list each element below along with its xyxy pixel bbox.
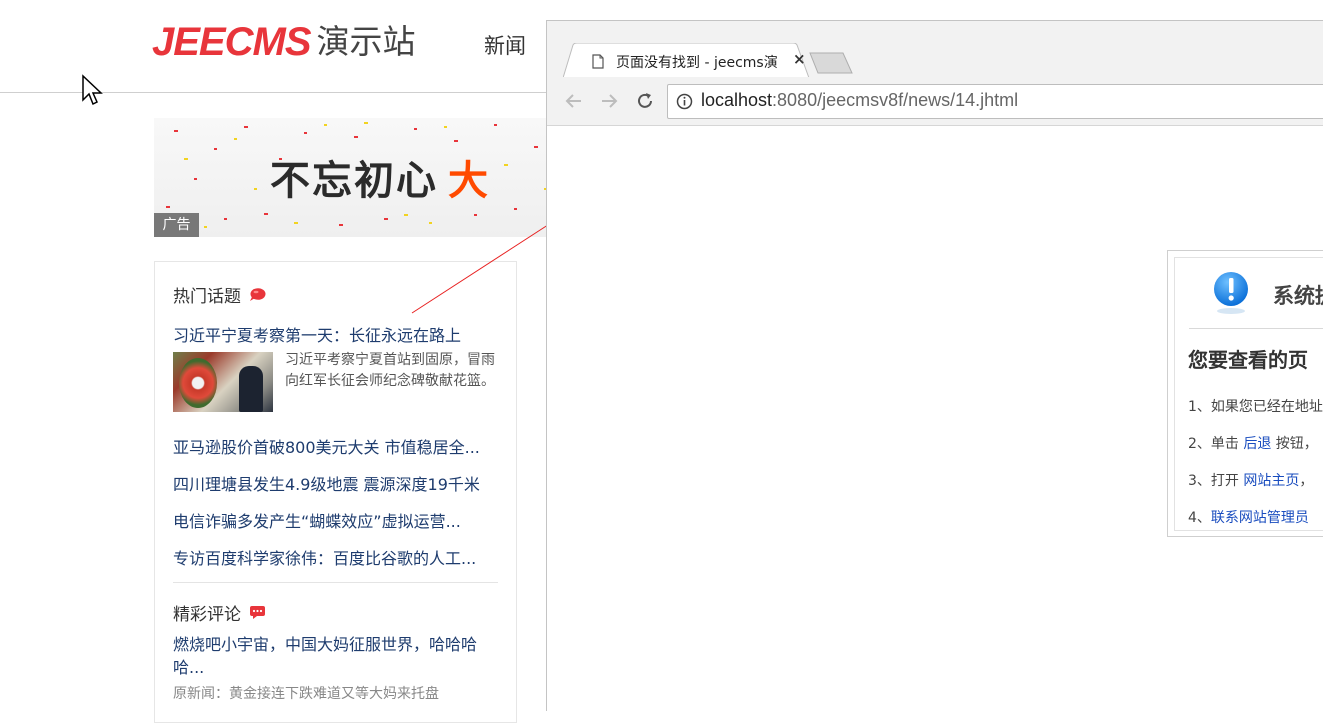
error-tip-3-suffix: ， (1299, 473, 1314, 489)
logo-text-cn: 演示站 (316, 22, 416, 61)
speech-bubble-icon (250, 288, 266, 301)
forward-arrow-icon[interactable] (599, 91, 619, 111)
page-document-icon (592, 54, 604, 69)
ad-text-main: 不忘初心 (270, 158, 438, 204)
error-tip-2: 2、单击 后退 按钮， (1188, 433, 1318, 453)
alert-icon (1214, 272, 1248, 314)
info-icon[interactable] (676, 93, 693, 110)
comments-title-text: 精彩评论 (173, 605, 241, 625)
ad-label: 广告 (154, 213, 199, 237)
homepage-link[interactable]: 网站主页 (1243, 473, 1299, 489)
error-divider (1189, 328, 1323, 329)
news-list-item[interactable]: 专访百度科学家徐伟：百度比谷歌的人工... (173, 545, 480, 582)
thumbnail-figure (239, 366, 263, 412)
thumbnail-wreath (179, 358, 217, 408)
hot-topics-list: 亚马逊股价首破800美元大关 市值稳居全... 四川理塘县发生4.9级地震 震源… (173, 434, 480, 582)
error-tip-2-suffix: 按钮， (1271, 436, 1318, 452)
error-tip-2-prefix: 2、单击 (1188, 436, 1244, 452)
url-path: :8080/jeecmsv8f/news/14.jhtml (772, 90, 1019, 110)
news-thumbnail[interactable] (173, 352, 273, 412)
error-tip-1: 1、如果您已经在地址 (1188, 399, 1323, 415)
browser-toolbar: localhost:8080/jeecmsv8f/news/14.jhtml (547, 77, 1323, 126)
news-list-item[interactable]: 亚马逊股价首破800美元大关 市值稳居全... (173, 434, 480, 471)
error-box: 系统提 您要查看的页 1、如果您已经在地址 2、单击 后退 按钮， 3、打开 网… (1167, 250, 1323, 537)
comment-original-news[interactable]: 原新闻：黄金接连下跌难道又等大妈来托盘 (173, 683, 439, 703)
comment-headline-link[interactable]: 燃烧吧小宇宙，中国大妈征服世界，哈哈哈哈... (173, 633, 493, 679)
ad-banner[interactable]: 不忘初心大 广告 (154, 118, 554, 237)
error-tip-4: 4、联系网站管理员 (1188, 507, 1309, 527)
error-tip-3: 3、打开 网站主页， (1188, 470, 1313, 490)
error-title: 系统提 (1273, 284, 1323, 308)
url-text[interactable]: localhost:8080/jeecmsv8f/news/14.jhtml (701, 90, 1018, 111)
hot-topic-summary: 习近平考察宁夏首站到固原，冒雨向红军长征会师纪念碑敬献花篮。 (285, 352, 495, 389)
browser-tab-active[interactable]: 页面没有找到 - jeecms演 × (563, 43, 810, 78)
error-box-inner: 系统提 您要查看的页 1、如果您已经在地址 2、单击 后退 按钮， 3、打开 网… (1174, 257, 1323, 531)
browser-window: 页面没有找到 - jeecms演 × localhost:8080/jeecms… (546, 20, 1323, 711)
mouse-cursor-icon (82, 74, 103, 106)
hot-topics-panel: 热门话题 习近平宁夏考察第一天：长征永远在路上 习近平考察宁夏首站到固原，冒雨向… (154, 261, 517, 723)
error-tip-4-prefix: 4、 (1188, 510, 1211, 526)
error-tip-3-prefix: 3、打开 (1188, 473, 1244, 489)
new-tab-button[interactable] (809, 52, 853, 74)
tab-title: 页面没有找到 - jeecms演 (616, 55, 778, 71)
contact-admin-link[interactable]: 联系网站管理员 (1211, 510, 1309, 526)
tab-strip: 页面没有找到 - jeecms演 × (547, 21, 1323, 78)
comments-title: 精彩评论 (173, 600, 266, 625)
site-logo[interactable]: JEECMS 演示站 (152, 18, 416, 62)
tab-close-icon[interactable]: × (793, 50, 806, 68)
nav-item-news[interactable]: 新闻 (484, 30, 526, 60)
back-link[interactable]: 后退 (1243, 436, 1271, 452)
comment-icon (250, 606, 265, 619)
section-divider (173, 582, 498, 583)
logo-text-en: JEECMS (152, 20, 311, 64)
back-arrow-icon[interactable] (564, 91, 584, 111)
ad-headline: 不忘初心大 (270, 148, 490, 206)
hot-topics-title: 热门话题 (173, 282, 266, 307)
news-list-item[interactable]: 四川理塘县发生4.9级地震 震源深度19千米 (173, 471, 480, 508)
url-host: localhost (701, 90, 773, 110)
reload-icon[interactable] (635, 91, 655, 111)
address-bar[interactable]: localhost:8080/jeecmsv8f/news/14.jhtml (667, 84, 1323, 119)
news-list-item[interactable]: 电信诈骗多发产生“蝴蝶效应”虚拟运营... (173, 508, 480, 545)
hot-topics-title-text: 热门话题 (173, 287, 241, 307)
ad-text-highlight: 大 (448, 158, 490, 204)
error-subtitle: 您要查看的页 (1188, 348, 1308, 372)
hot-topic-headline-link[interactable]: 习近平宁夏考察第一天：长征永远在路上 (173, 322, 461, 346)
